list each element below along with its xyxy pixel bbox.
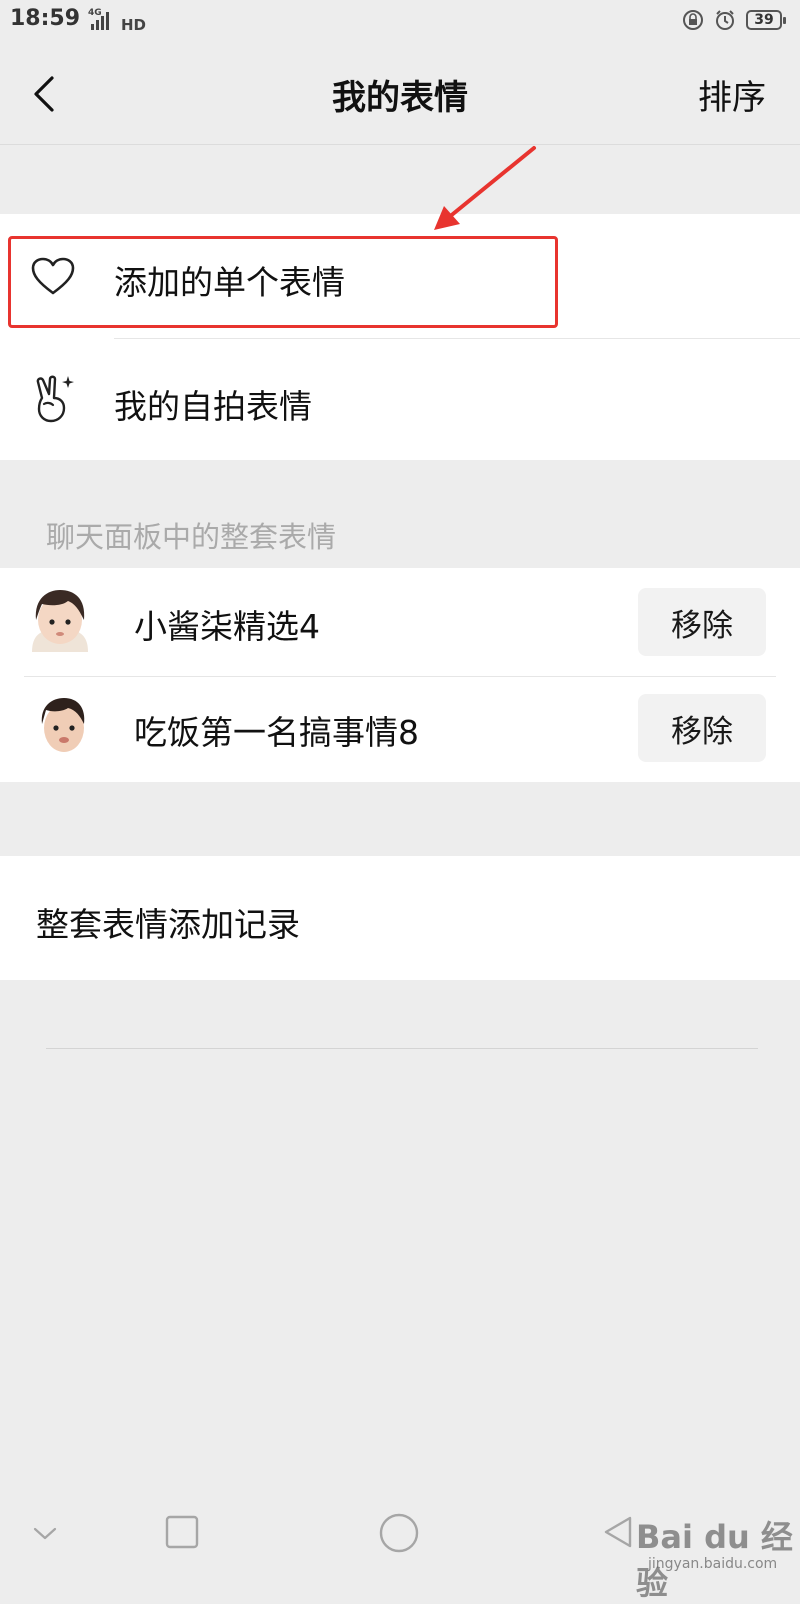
section-title: 聊天面板中的整套表情 bbox=[46, 520, 337, 554]
network-type-label: 4G bbox=[88, 8, 102, 18]
victory-hand-icon bbox=[36, 375, 74, 423]
lock-rotation-icon bbox=[683, 10, 703, 30]
nav-divider bbox=[0, 144, 800, 145]
battery-level: 39 bbox=[754, 12, 774, 28]
signal-icon: 4G HD bbox=[88, 8, 146, 32]
sticker-set-name: 吃饭第一名搞事情8 bbox=[134, 713, 419, 752]
sticker-set-avatar bbox=[41, 698, 85, 752]
history-group: 整套表情添加记录 bbox=[0, 856, 800, 980]
list-item-selfie-stickers[interactable]: 我的自拍表情 bbox=[0, 338, 800, 460]
annotation-highlight-box bbox=[8, 236, 558, 328]
sticker-set-group: 小酱柒精选4 移除 吃饭第一名搞事情8 移除 bbox=[0, 568, 800, 782]
sticker-set-row: 吃饭第一名搞事情8 移除 bbox=[0, 676, 800, 782]
selfie-stickers-label: 我的自拍表情 bbox=[114, 387, 312, 426]
history-label: 整套表情添加记录 bbox=[36, 905, 300, 944]
watermark-url: jingyan.baidu.com bbox=[648, 1556, 778, 1572]
page-title: 我的表情 bbox=[332, 78, 468, 118]
status-right: 39 bbox=[682, 7, 786, 33]
hd-label: HD bbox=[121, 16, 146, 32]
sticker-set-name: 小酱柒精选4 bbox=[134, 607, 320, 646]
remove-button[interactable]: 移除 bbox=[638, 588, 766, 656]
nav-bar: 我的表情 排序 bbox=[0, 44, 800, 144]
home-icon[interactable] bbox=[378, 1512, 420, 1554]
sort-button[interactable]: 排序 bbox=[698, 70, 766, 119]
annotation-arrow-icon bbox=[434, 146, 536, 230]
status-time: 18:59 bbox=[10, 6, 81, 31]
chevron-down-icon[interactable] bbox=[32, 1522, 58, 1544]
sticker-set-avatar bbox=[32, 590, 88, 652]
recent-apps-icon[interactable] bbox=[164, 1514, 200, 1550]
remove-button[interactable]: 移除 bbox=[638, 694, 766, 762]
status-bar: 18:59 4G HD 39 bbox=[0, 0, 800, 40]
list-item-history[interactable]: 整套表情添加记录 bbox=[0, 856, 800, 980]
back-triangle-icon[interactable] bbox=[600, 1514, 636, 1550]
sticker-set-row: 小酱柒精选4 移除 bbox=[0, 568, 800, 676]
battery-icon: 39 bbox=[746, 10, 786, 30]
divider bbox=[46, 1048, 758, 1049]
alarm-icon bbox=[716, 10, 734, 30]
